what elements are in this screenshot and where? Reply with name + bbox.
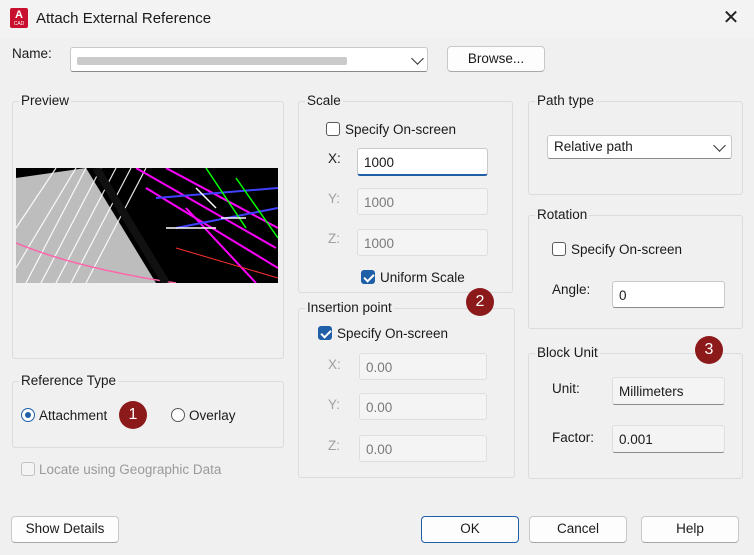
- annotation-badge-2: 2: [466, 288, 494, 316]
- preview-image: [16, 168, 278, 283]
- geographic-data-label: Locate using Geographic Data: [39, 462, 222, 477]
- unit-field: Millimeters: [612, 377, 725, 405]
- attachment-radio[interactable]: [21, 408, 35, 422]
- rotation-group: [528, 215, 743, 329]
- attachment-label: Attachment: [39, 408, 108, 423]
- app-logo-icon: A CAD: [10, 8, 28, 28]
- rotation-specify-checkbox[interactable]: [552, 242, 566, 256]
- scale-z-label: Z:: [328, 231, 340, 246]
- insertion-z-label: Z:: [328, 438, 340, 453]
- ok-button[interactable]: OK: [421, 516, 519, 543]
- redacted-name: [77, 57, 347, 65]
- geographic-data-checkbox[interactable]: [21, 462, 35, 476]
- scale-specify-checkbox[interactable]: [326, 122, 340, 136]
- scale-x-input[interactable]: 1000: [357, 148, 488, 176]
- annotation-badge-1: 1: [119, 401, 147, 429]
- scale-label: Scale: [305, 93, 343, 108]
- preview-label: Preview: [19, 93, 72, 108]
- uniform-scale-label: Uniform Scale: [380, 270, 465, 285]
- insertion-y-label: Y:: [328, 397, 341, 412]
- overlay-label: Overlay: [189, 408, 236, 423]
- rotation-specify-label: Specify On-screen: [571, 242, 683, 257]
- path-type-select[interactable]: Relative path: [547, 135, 732, 159]
- name-label: Name:: [12, 46, 52, 61]
- insertion-specify-label: Specify On-screen: [337, 326, 449, 341]
- browse-button[interactable]: Browse...: [447, 46, 545, 72]
- scale-z-input[interactable]: 1000: [357, 229, 488, 256]
- annotation-badge-3: 3: [695, 336, 723, 364]
- insertion-label: Insertion point: [305, 300, 394, 315]
- angle-label: Angle:: [552, 282, 591, 297]
- angle-input[interactable]: 0: [612, 281, 725, 308]
- close-icon[interactable]: ✕: [712, 4, 750, 34]
- factor-field: 0.001: [612, 425, 725, 453]
- uniform-scale-checkbox[interactable]: [361, 270, 375, 284]
- help-button[interactable]: Help: [641, 516, 739, 543]
- name-combobox[interactable]: [70, 47, 428, 72]
- overlay-radio[interactable]: [171, 408, 185, 422]
- insertion-y-input[interactable]: 0.00: [359, 393, 487, 420]
- block-unit-label: Block Unit: [535, 345, 600, 360]
- rotation-label: Rotation: [535, 207, 590, 222]
- path-type-value: Relative path: [554, 139, 633, 154]
- insertion-x-label: X:: [328, 357, 341, 372]
- insertion-z-input[interactable]: 0.00: [359, 435, 487, 462]
- block-unit-group: [528, 353, 743, 479]
- window-title: Attach External Reference: [36, 10, 212, 27]
- path-type-label: Path type: [535, 93, 597, 108]
- scale-x-label: X:: [328, 151, 341, 166]
- reference-type-label: Reference Type: [19, 373, 119, 388]
- scale-y-label: Y:: [328, 191, 341, 206]
- cancel-button[interactable]: Cancel: [529, 516, 627, 543]
- insertion-x-input[interactable]: 0.00: [359, 353, 487, 380]
- chevron-down-icon: [713, 139, 726, 152]
- scale-y-input[interactable]: 1000: [357, 188, 488, 215]
- scale-specify-label: Specify On-screen: [345, 122, 457, 137]
- insertion-specify-checkbox[interactable]: [318, 326, 332, 340]
- factor-label: Factor:: [552, 430, 595, 445]
- show-details-button[interactable]: Show Details: [11, 516, 119, 543]
- unit-label: Unit:: [552, 381, 580, 396]
- chevron-down-icon: [411, 52, 424, 65]
